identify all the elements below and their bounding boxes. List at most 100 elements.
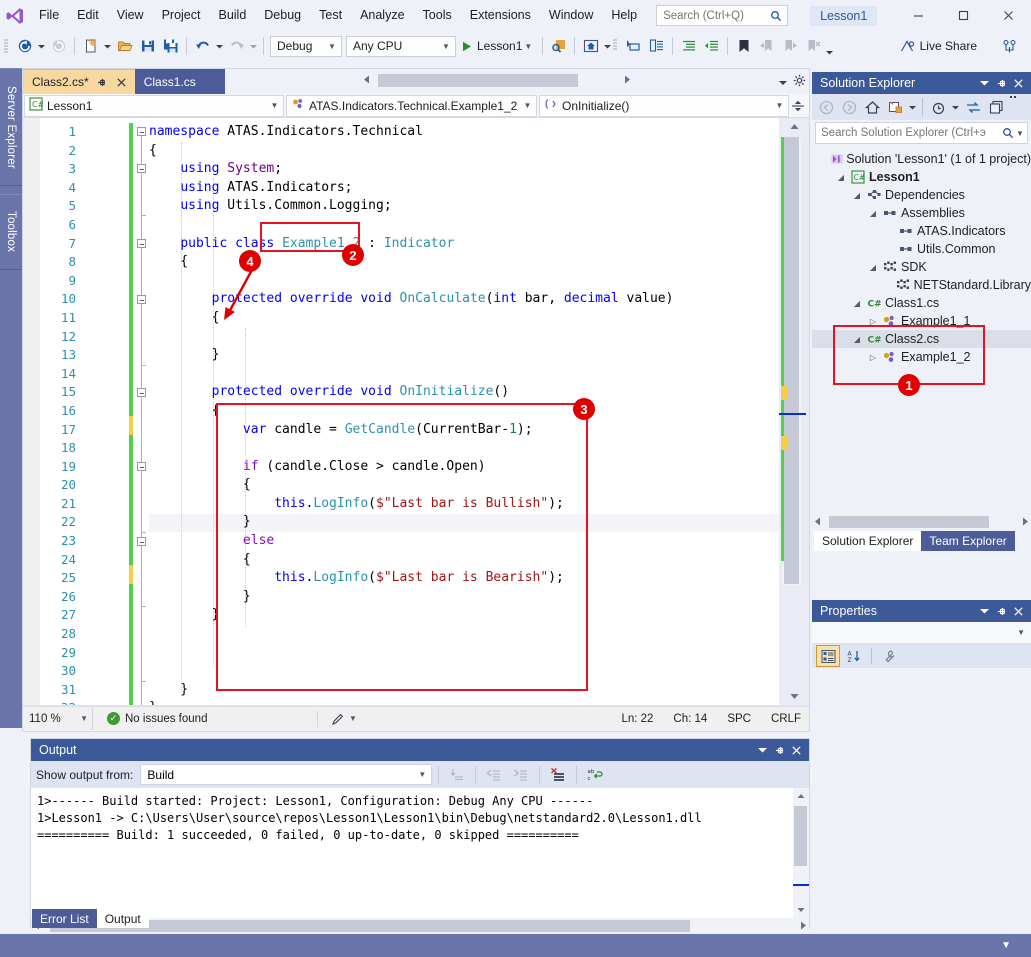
menu-edit[interactable]: Edit xyxy=(68,4,108,27)
menu-test[interactable]: Test xyxy=(310,4,351,27)
next-bookmark-button[interactable] xyxy=(778,34,801,58)
menu-extensions[interactable]: Extensions xyxy=(461,4,540,27)
navigate-forward-button[interactable] xyxy=(47,34,70,58)
scroll-right-icon[interactable] xyxy=(624,75,631,87)
code-line[interactable]: protected override void OnCalculate(int … xyxy=(149,290,779,309)
close-button[interactable] xyxy=(986,0,1031,31)
ink-annotation-button[interactable]: ▼ xyxy=(331,712,357,726)
chevron-down-icon[interactable]: ▼ xyxy=(522,42,534,51)
redo-dropdown-icon[interactable] xyxy=(248,34,259,58)
code-line[interactable]: { xyxy=(149,476,779,495)
code-line[interactable]: } xyxy=(149,346,779,365)
alphabetical-sort-button[interactable]: AZ xyxy=(842,645,866,667)
previous-bookmark-button[interactable] xyxy=(755,34,778,58)
properties-object-combo[interactable]: ▼ xyxy=(812,622,1031,644)
search-input[interactable] xyxy=(663,10,769,22)
tree-node[interactable]: ◢Dependencies xyxy=(812,186,1031,204)
comment-block-button[interactable] xyxy=(645,34,668,58)
code-line[interactable]: using Utils.Common.Logging; xyxy=(149,197,779,216)
code-line[interactable]: this.LogInfo($"Last bar is Bullish"); xyxy=(149,495,779,514)
output-source-combo[interactable]: Build ▼ xyxy=(140,764,432,785)
clear-bookmarks-button[interactable] xyxy=(801,34,824,58)
solution-configuration-combo[interactable]: Debug ▼ xyxy=(270,36,342,57)
issues-status[interactable]: ✓ No issues found xyxy=(93,712,207,725)
scroll-up-icon[interactable] xyxy=(779,118,809,135)
expander-icon[interactable]: ▷ xyxy=(866,353,880,362)
menu-file[interactable]: File xyxy=(30,4,68,27)
menu-debug[interactable]: Debug xyxy=(255,4,310,27)
zoom-level-combo[interactable]: 110 % ▼ xyxy=(23,708,93,730)
expander-icon[interactable]: ◢ xyxy=(850,335,864,344)
editor-horizontal-scrollbar[interactable] xyxy=(363,72,631,89)
tab-output[interactable]: Output xyxy=(97,909,149,928)
toolbar-overflow-icon[interactable] xyxy=(824,34,835,58)
code-line[interactable]: } xyxy=(149,513,779,532)
tree-node[interactable]: ◢Assemblies xyxy=(812,204,1031,222)
code-line[interactable]: } xyxy=(149,681,779,700)
properties-window-icon[interactable] xyxy=(985,96,1007,118)
undo-button[interactable] xyxy=(191,34,214,58)
panel-menu-icon[interactable] xyxy=(976,74,993,92)
code-line[interactable] xyxy=(149,625,779,644)
expander-icon[interactable]: ◢ xyxy=(866,209,880,218)
code-line[interactable]: { xyxy=(149,309,779,328)
close-icon[interactable] xyxy=(1010,602,1027,620)
tree-node[interactable]: ATAS.Indicators xyxy=(812,222,1031,240)
toggle-bookmark-button[interactable] xyxy=(732,34,755,58)
code-line[interactable] xyxy=(149,662,779,681)
panel-menu-icon[interactable] xyxy=(754,741,771,759)
forward-icon[interactable] xyxy=(838,96,860,118)
tree-node[interactable]: ◢C#Class2.cs xyxy=(812,330,1031,348)
tree-node[interactable]: Utils.Common xyxy=(812,240,1031,258)
code-line[interactable]: } xyxy=(149,588,779,607)
hscrollbar-thumb[interactable] xyxy=(378,74,578,87)
output-text-area[interactable]: 1>------ Build started: Project: Lesson1… xyxy=(31,788,809,918)
pin-icon[interactable] xyxy=(993,74,1010,92)
tree-node[interactable]: ◢SDK xyxy=(812,258,1031,276)
undo-dropdown-icon[interactable] xyxy=(214,34,225,58)
close-icon[interactable] xyxy=(1010,74,1027,92)
code-line[interactable]: { xyxy=(149,142,779,161)
quick-search-box[interactable] xyxy=(656,5,788,26)
save-all-button[interactable] xyxy=(159,34,182,58)
code-line[interactable]: } xyxy=(149,699,779,706)
pending-history-icon[interactable] xyxy=(927,96,949,118)
output-vertical-scrollbar[interactable] xyxy=(793,788,809,918)
find-message-button[interactable] xyxy=(445,763,469,786)
scrollbar-thumb[interactable] xyxy=(784,137,799,584)
tab-error-list[interactable]: Error List xyxy=(32,909,97,928)
new-project-button[interactable] xyxy=(79,34,102,58)
active-files-dropdown-icon[interactable] xyxy=(779,75,787,89)
editor-vertical-scrollbar[interactable] xyxy=(779,118,809,705)
outlining-margin[interactable] xyxy=(135,118,149,705)
tree-node[interactable]: ▷Example1_2 xyxy=(812,348,1031,366)
expander-icon[interactable]: ◢ xyxy=(866,263,880,272)
chevron-down-icon[interactable]: ▼ xyxy=(1015,129,1025,138)
code-line[interactable]: using ATAS.Indicators; xyxy=(149,179,779,198)
menu-build[interactable]: Build xyxy=(209,4,255,27)
expander-icon[interactable]: ◢ xyxy=(850,191,864,200)
code-line[interactable] xyxy=(149,328,779,347)
split-editor-icon[interactable] xyxy=(790,99,806,113)
goto-definition-button[interactable] xyxy=(622,34,645,58)
nav-project-combo[interactable]: C# Lesson1 ▼ xyxy=(24,95,284,117)
back-icon[interactable] xyxy=(815,96,837,118)
scrollbar-thumb[interactable] xyxy=(794,806,807,866)
categorized-view-button[interactable] xyxy=(816,645,840,667)
code-line[interactable]: { xyxy=(149,551,779,570)
tree-node[interactable]: NETStandard.Library xyxy=(812,276,1031,294)
nav-type-combo[interactable]: ATAS.Indicators.Technical.Example1_2 ▼ xyxy=(286,95,537,117)
code-line[interactable] xyxy=(149,272,779,291)
nav-member-combo[interactable]: OnInitialize() ▼ xyxy=(539,95,789,117)
hscrollbar-thumb[interactable] xyxy=(829,516,989,528)
tab-solution-explorer[interactable]: Solution Explorer xyxy=(814,531,921,551)
go-to-next-message-button[interactable] xyxy=(509,763,533,786)
close-icon[interactable] xyxy=(788,741,805,759)
menu-tools[interactable]: Tools xyxy=(414,4,461,27)
code-editor-surface[interactable]: 1234567891011121314151617181920212223242… xyxy=(23,118,809,706)
new-project-dropdown-icon[interactable] xyxy=(102,34,113,58)
chevron-down-icon[interactable] xyxy=(950,96,961,118)
home-icon[interactable] xyxy=(861,96,883,118)
menu-help[interactable]: Help xyxy=(602,4,646,27)
pin-icon[interactable] xyxy=(95,75,109,89)
